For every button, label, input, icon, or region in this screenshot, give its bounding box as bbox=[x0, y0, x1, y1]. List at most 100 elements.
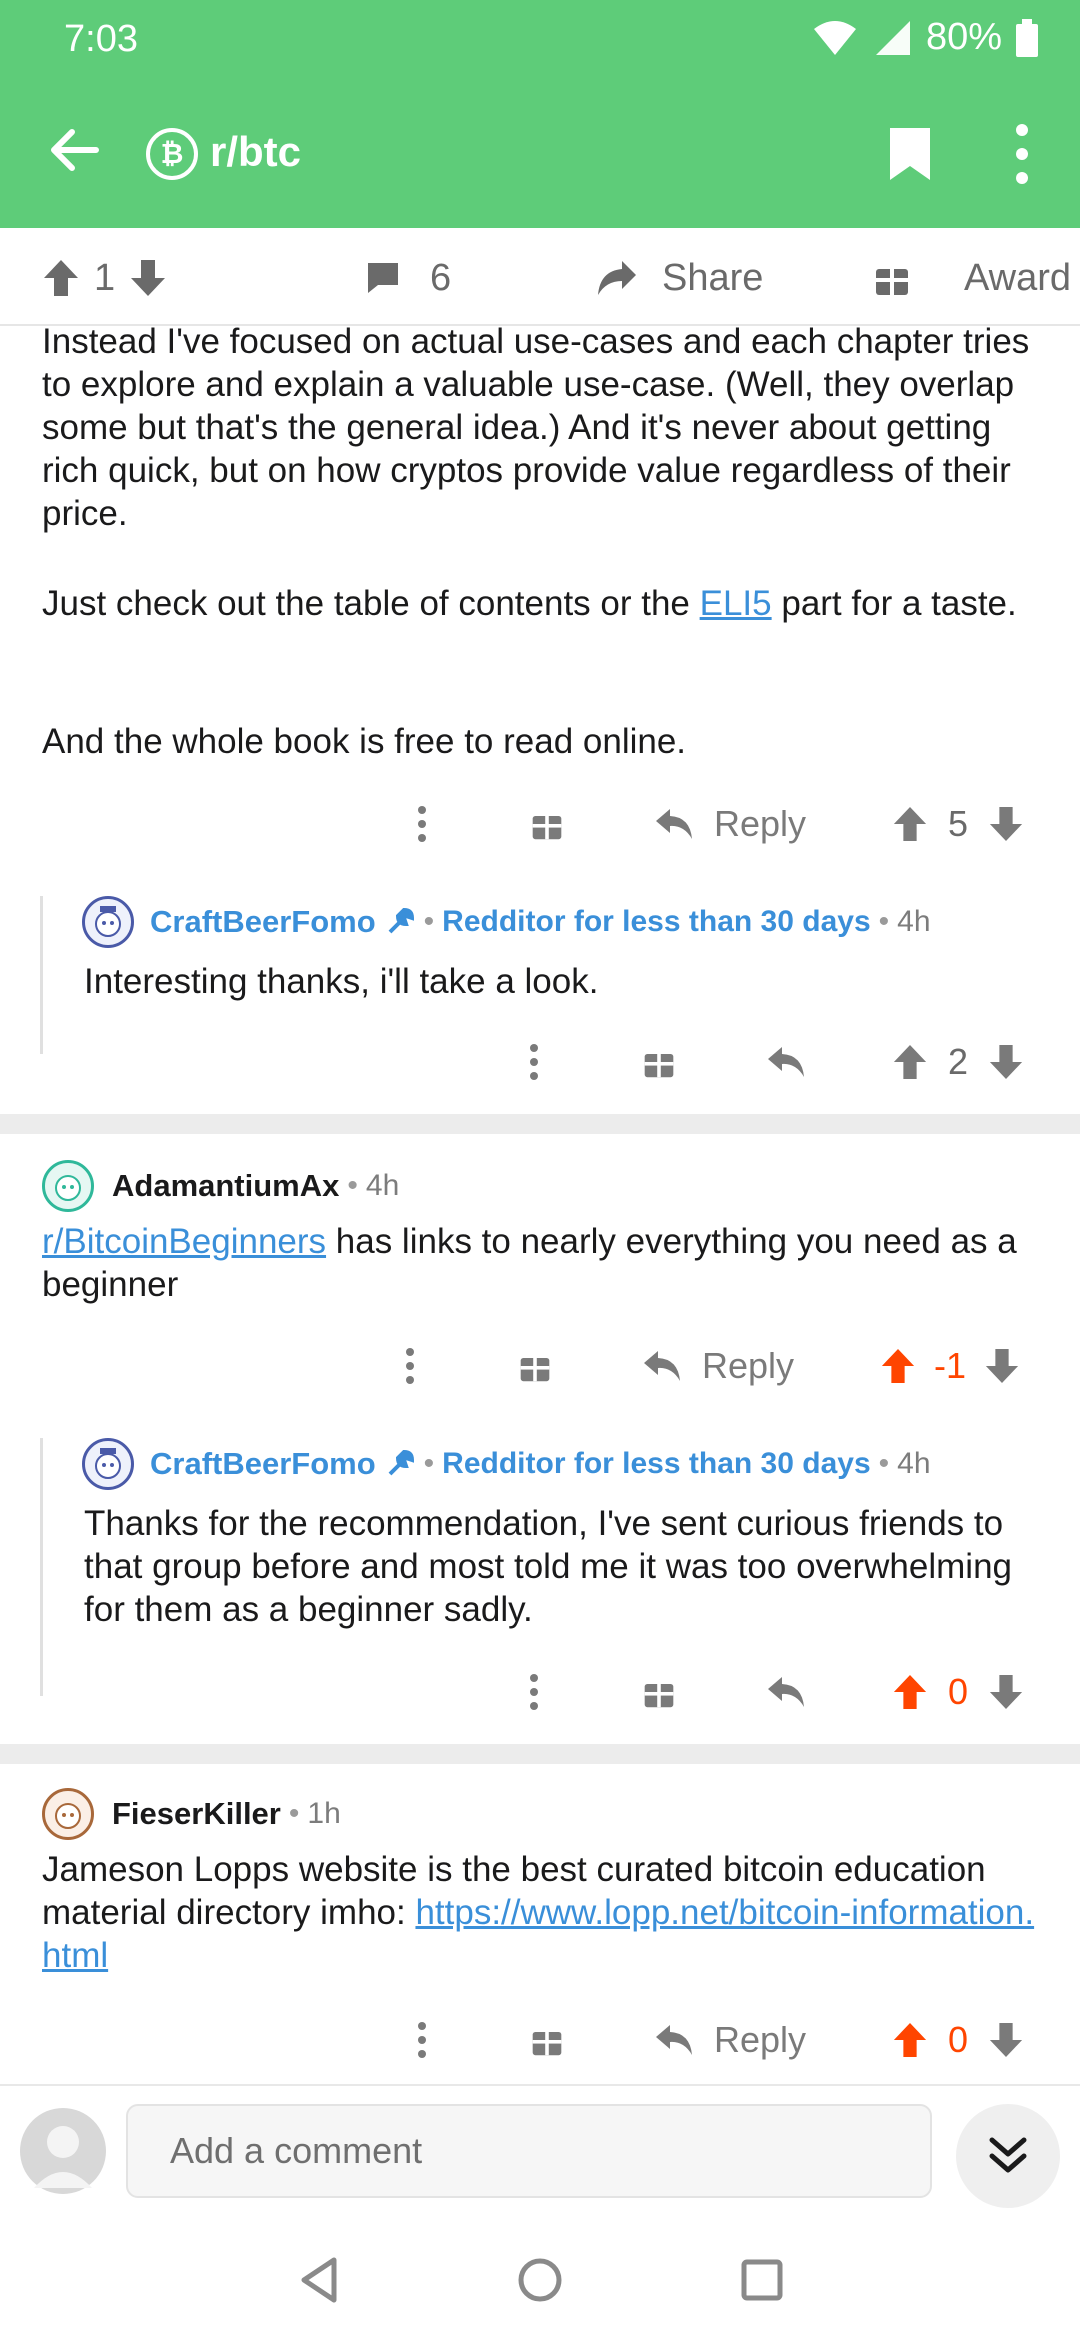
avatar[interactable] bbox=[82, 1438, 134, 1490]
comment-body-paragraph: And the whole book is free to read onlin… bbox=[42, 722, 687, 761]
post-score: 1 bbox=[94, 256, 116, 299]
upvote-icon-active[interactable] bbox=[892, 2021, 928, 2059]
upvote-icon[interactable] bbox=[42, 258, 80, 298]
comment-score: 5 bbox=[947, 803, 969, 844]
separator-dot: • bbox=[347, 1169, 358, 1202]
comment-score: 0 bbox=[947, 1671, 969, 1712]
double-chevron-down-icon bbox=[989, 2137, 1027, 2173]
cell-signal-icon bbox=[875, 20, 910, 55]
downvote-icon[interactable] bbox=[129, 258, 167, 298]
comment-vote: 5 bbox=[892, 794, 1024, 854]
post-vote: 1 bbox=[42, 250, 167, 306]
avatar[interactable] bbox=[82, 896, 134, 948]
gift-icon[interactable] bbox=[530, 2010, 564, 2070]
battery-percent: 80% bbox=[925, 16, 1002, 58]
more-options-icon[interactable] bbox=[400, 1336, 420, 1396]
reply-icon bbox=[656, 2025, 692, 2055]
upvote-icon-active[interactable] bbox=[880, 1347, 916, 1385]
back-arrow-icon[interactable] bbox=[46, 122, 102, 178]
comment-vote: 0 bbox=[892, 2010, 1024, 2070]
status-time: 7:03 bbox=[64, 18, 138, 60]
thread-line bbox=[40, 1438, 43, 1696]
nav-back-icon[interactable] bbox=[290, 2250, 350, 2310]
comment-author[interactable]: CraftBeerFomo bbox=[150, 904, 376, 940]
gift-icon[interactable] bbox=[518, 1336, 552, 1396]
comment-icon bbox=[368, 263, 398, 293]
eli5-link[interactable]: ELI5 bbox=[700, 584, 772, 623]
reply-button[interactable]: Reply bbox=[654, 794, 806, 854]
reply-icon[interactable] bbox=[766, 1662, 806, 1722]
upvote-icon[interactable] bbox=[892, 1043, 928, 1081]
user-flair: Redditor for less than 30 days bbox=[442, 1447, 871, 1480]
comment-actions: 0 bbox=[0, 1662, 1080, 1722]
comment-author[interactable]: FieserKiller bbox=[112, 1796, 281, 1832]
subreddit-link[interactable]: r/BitcoinBeginners bbox=[42, 1222, 326, 1261]
comments-button[interactable]: 6 bbox=[364, 250, 451, 306]
avatar[interactable] bbox=[42, 1160, 94, 1212]
comment-age: 4h bbox=[897, 1447, 931, 1480]
share-label: Share bbox=[662, 256, 764, 299]
share-button[interactable]: Share bbox=[596, 250, 763, 306]
comment-author[interactable]: CraftBeerFomo bbox=[150, 1446, 376, 1482]
system-nav-bar bbox=[0, 2220, 1080, 2340]
downvote-icon[interactable] bbox=[988, 1673, 1024, 1711]
more-options-icon[interactable] bbox=[524, 1662, 544, 1722]
comments-feed[interactable]: Instead I've focused on actual use-cases… bbox=[0, 326, 1080, 2084]
comment-meta: AdamantiumAx • 4h bbox=[42, 1160, 399, 1212]
reply-button[interactable]: Reply bbox=[654, 2010, 806, 2070]
downvote-icon[interactable] bbox=[984, 1347, 1020, 1385]
comment-text: part for a taste. bbox=[771, 584, 1017, 623]
comment-score: -1 bbox=[934, 1345, 967, 1386]
downvote-icon[interactable] bbox=[988, 1043, 1024, 1081]
comment-age: 4h bbox=[365, 1169, 400, 1202]
upvote-icon-active[interactable] bbox=[892, 1673, 928, 1711]
user-avatar bbox=[20, 2108, 106, 2194]
downvote-icon[interactable] bbox=[988, 2021, 1024, 2059]
wrench-icon bbox=[388, 907, 414, 934]
comment-count: 6 bbox=[430, 256, 452, 299]
share-icon bbox=[598, 261, 636, 295]
user-flair: Redditor for less than 30 days bbox=[442, 905, 871, 938]
collapse-comments-button[interactable] bbox=[956, 2104, 1060, 2208]
avatar[interactable] bbox=[42, 1788, 94, 1840]
more-options-icon[interactable] bbox=[412, 794, 432, 854]
comment-body: Thanks for the recommendation, I've sent… bbox=[84, 1504, 1012, 1629]
reply-icon bbox=[644, 1351, 680, 1381]
subreddit-title[interactable]: r/btc bbox=[210, 128, 301, 176]
reply-icon[interactable] bbox=[766, 1032, 806, 1092]
gift-icon[interactable] bbox=[642, 1032, 676, 1092]
reply-label: Reply bbox=[702, 1345, 795, 1386]
comment-meta: FieserKiller • 1h bbox=[42, 1788, 341, 1840]
comment-body-paragraph: Instead I've focused on actual use-cases… bbox=[42, 326, 1030, 533]
comment-vote: 2 bbox=[892, 1032, 1024, 1092]
downvote-icon[interactable] bbox=[988, 805, 1024, 843]
comment-body: r/BitcoinBeginners has links to nearly e… bbox=[42, 1220, 1052, 1306]
comment-age: 4h bbox=[897, 905, 931, 938]
award-button[interactable]: Award bbox=[874, 250, 1071, 306]
reply-button[interactable]: Reply bbox=[642, 1336, 794, 1396]
status-bar: 7:03 80% bbox=[0, 0, 1080, 78]
bitcoin-icon: ₿ bbox=[146, 128, 198, 180]
comment-score: 0 bbox=[947, 2019, 969, 2060]
gift-icon[interactable] bbox=[530, 794, 564, 854]
comment-text: Just check out the table of contents or … bbox=[42, 584, 700, 623]
separator-dot: • bbox=[423, 905, 435, 938]
comment-body: Jameson Lopps website is the best curate… bbox=[42, 1848, 1052, 1977]
bookmark-icon[interactable] bbox=[886, 126, 934, 182]
app-bar: ₿ r/btc bbox=[0, 78, 1080, 228]
upvote-icon[interactable] bbox=[892, 805, 928, 843]
gift-icon bbox=[876, 269, 908, 295]
nav-home-icon[interactable] bbox=[510, 2250, 570, 2310]
comment-author[interactable]: AdamantiumAx bbox=[112, 1168, 339, 1204]
wifi-icon bbox=[813, 20, 856, 55]
nav-recents-icon[interactable] bbox=[732, 2250, 792, 2310]
more-options-icon[interactable] bbox=[524, 1032, 544, 1092]
battery-icon bbox=[1016, 18, 1038, 57]
reply-icon bbox=[656, 809, 692, 839]
add-comment-input[interactable]: Add a comment bbox=[126, 2104, 932, 2198]
overflow-menu-icon[interactable] bbox=[1000, 122, 1044, 186]
gift-icon[interactable] bbox=[642, 1662, 676, 1722]
more-options-icon[interactable] bbox=[412, 2010, 432, 2070]
comment-body: Interesting thanks, i'll take a look. bbox=[84, 962, 599, 1001]
separator-dot: • bbox=[423, 1447, 435, 1480]
